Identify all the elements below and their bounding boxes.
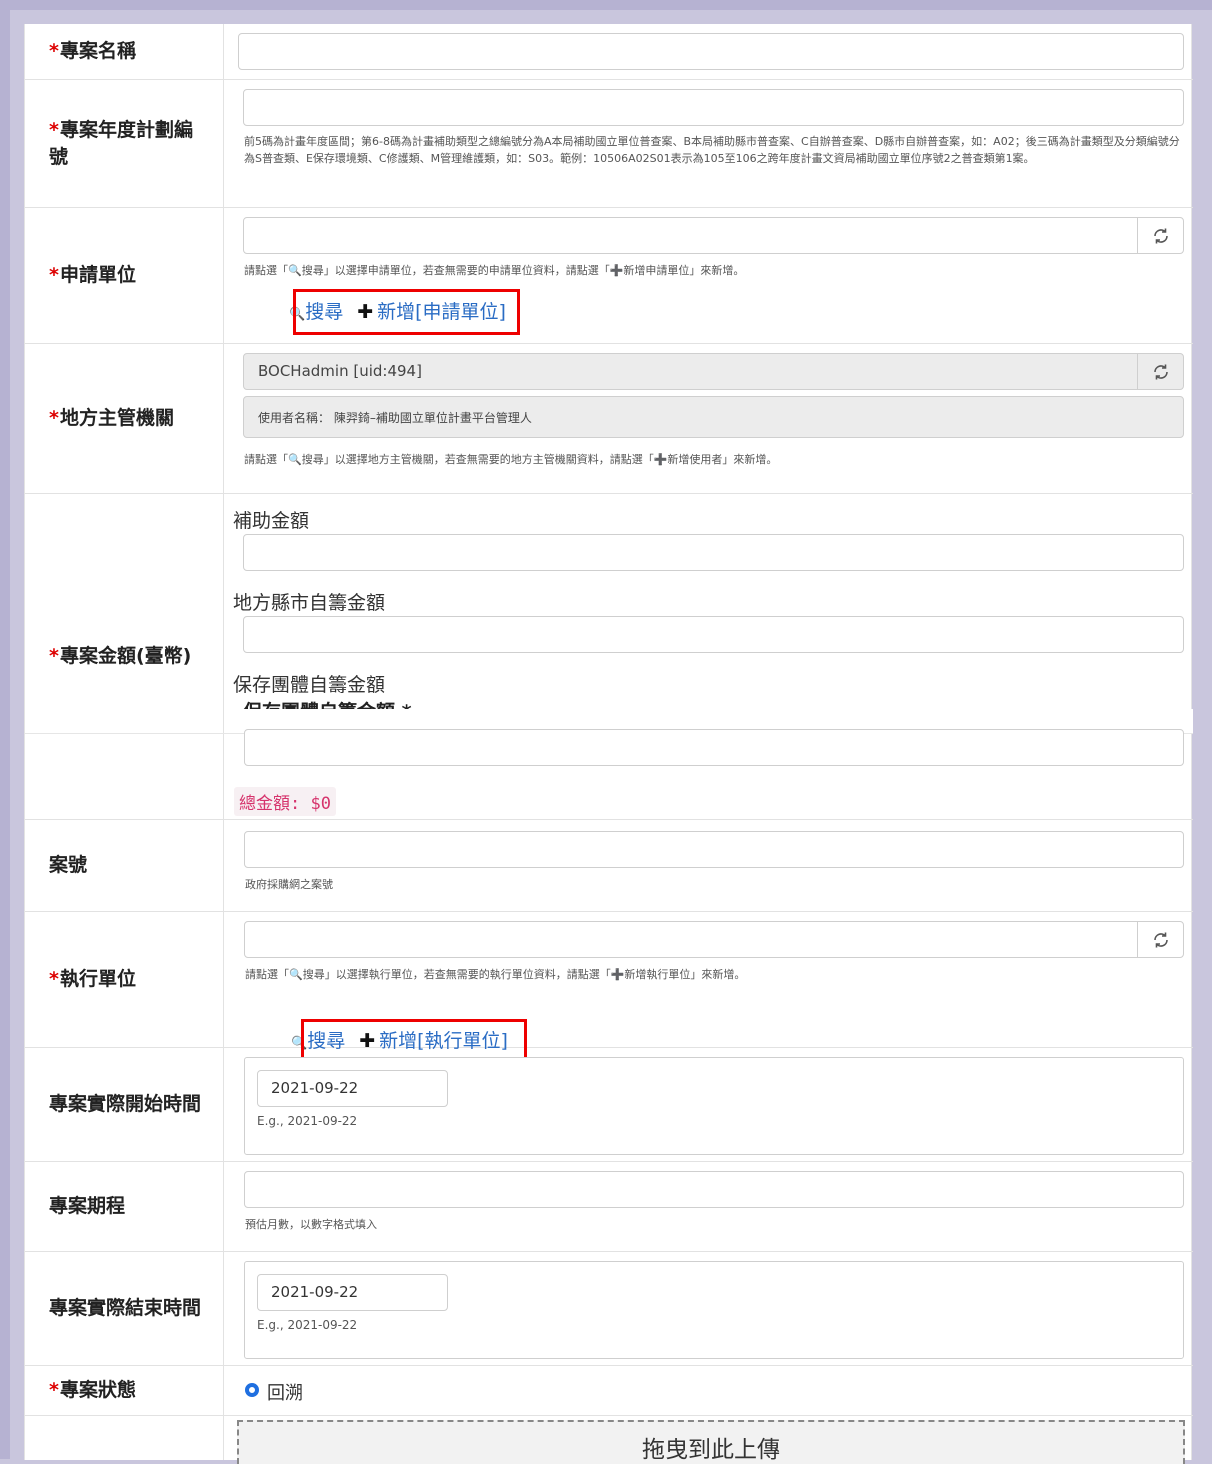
subsidy-input[interactable] <box>243 534 1184 571</box>
executor-input[interactable] <box>244 921 1184 958</box>
label-applicant: * 申請單位 <box>25 208 224 343</box>
row-status: * 專案狀態 回溯 <box>25 1366 1193 1416</box>
window-frame-top <box>0 0 1212 10</box>
row-start-date: 專案實際開始時間 2021-09-22 E.g., 2021-09-22 <box>25 1048 1193 1162</box>
subsidy-label: 補助金額 <box>233 510 310 532</box>
label-case-no: 案號 <box>25 820 224 911</box>
authority-help: 請點選「🔍搜尋」以選擇地方主管機關，若查無需要的地方主管機關資料，請點選「➕新增… <box>244 453 778 466</box>
label-end-date: 專案實際結束時間 <box>25 1252 224 1365</box>
total-amount: 總金額: $0 <box>234 787 336 816</box>
duration-help: 預估月數，以數字格式填入 <box>245 1218 377 1231</box>
label-authority: * 地方主管機關 <box>25 344 224 493</box>
label-executor: * 執行單位 <box>25 912 224 1047</box>
row-end-date: 專案實際結束時間 2021-09-22 E.g., 2021-09-22 <box>25 1252 1193 1366</box>
org-label: 保存團體自籌金額 <box>233 674 386 696</box>
highlight-box-applicant <box>293 289 520 335</box>
row-authority: * 地方主管機關 BOCHadmin [uid:494] 使用者名稱： 陳羿錡–補… <box>25 344 1193 494</box>
label-plan-number: *專案年度計劃編號 <box>25 80 224 207</box>
status-radio[interactable] <box>245 1383 259 1397</box>
upload-dropzone[interactable]: 拖曳到此上傳 <box>237 1420 1185 1464</box>
authority-input[interactable]: BOCHadmin [uid:494] <box>243 353 1184 390</box>
county-input[interactable] <box>243 616 1184 653</box>
org-input[interactable] <box>244 729 1184 766</box>
label-status: * 專案狀態 <box>25 1366 224 1415</box>
start-date-example: E.g., 2021-09-22 <box>257 1114 358 1128</box>
label-project-name: * 專案名稱 <box>25 24 224 79</box>
status-option-label: 回溯 <box>267 1383 303 1404</box>
row-duration: 專案期程 預估月數，以數字格式填入 <box>25 1162 1193 1252</box>
end-date-group: 2021-09-22 E.g., 2021-09-22 <box>244 1261 1184 1359</box>
duration-input[interactable] <box>244 1171 1184 1208</box>
project-form: * 專案名稱 *專案年度計劃編號 前5碼為計畫年度區間；第6-8碼為計畫補助類型之… <box>24 24 1193 1464</box>
window-frame-left <box>0 0 10 1459</box>
start-date-group: 2021-09-22 E.g., 2021-09-22 <box>244 1057 1184 1155</box>
row-case-no: 案號 政府採購網之案號 <box>25 820 1193 912</box>
label-duration: 專案期程 <box>25 1162 224 1251</box>
executor-help: 請點選「🔍搜尋」以選擇執行單位，若查無需要的執行單位資料，請點選「➕新增執行單位… <box>245 968 746 981</box>
row-executor: * 執行單位 請點選「🔍搜尋」以選擇執行單位，若查無需要的執行單位資料，請點選「➕… <box>25 912 1193 1065</box>
county-label: 地方縣市自籌金額 <box>233 592 386 614</box>
applicant-input[interactable] <box>243 217 1184 254</box>
authority-username: 使用者名稱： 陳羿錡–補助國立單位計畫平台管理人 <box>258 411 532 425</box>
end-date-input[interactable]: 2021-09-22 <box>257 1274 448 1311</box>
label-upload <box>25 1416 224 1460</box>
row-project-name: * 專案名稱 <box>25 24 1193 80</box>
label-start-date: 專案實際開始時間 <box>25 1048 224 1161</box>
case-no-help: 政府採購網之案號 <box>245 878 333 891</box>
authority-value: BOCHadmin [uid:494] <box>258 362 422 380</box>
label-amount: * 專案金額(臺幣) <box>25 494 224 819</box>
row-amount: *專案金額(臺幣) 補助金額 地方縣市自籌金額 保存團體自籌金額 保存團體自籌金… <box>25 494 1193 820</box>
row-applicant: * 申請單位 請點選「🔍搜尋」以選擇申請單位，若查無需要的申請單位資料，請點選「➕… <box>25 208 1193 344</box>
refresh-icon[interactable] <box>1137 922 1183 957</box>
start-date-input[interactable]: 2021-09-22 <box>257 1070 448 1107</box>
row-plan-number: *專案年度計劃編號 前5碼為計畫年度區間；第6-8碼為計畫補助類型之總編號分為A… <box>25 80 1193 208</box>
applicant-help: 請點選「🔍搜尋」以選擇申請單位，若查無需要的申請單位資料，請點選「➕新增申請單位… <box>244 264 745 277</box>
refresh-icon[interactable] <box>1137 354 1183 389</box>
case-no-input[interactable] <box>244 831 1184 868</box>
plan-number-help: 前5碼為計畫年度區間；第6-8碼為計畫補助類型之總編號分為A本局補助國立單位普查… <box>244 135 1180 165</box>
row-upload: 拖曳到此上傳 <box>25 1416 1193 1464</box>
end-date-example: E.g., 2021-09-22 <box>257 1318 358 1332</box>
plan-number-input[interactable] <box>243 89 1184 126</box>
authority-username-box: 使用者名稱： 陳羿錡–補助國立單位計畫平台管理人 <box>243 396 1184 438</box>
project-name-input[interactable] <box>238 33 1184 70</box>
refresh-icon[interactable] <box>1137 218 1183 253</box>
